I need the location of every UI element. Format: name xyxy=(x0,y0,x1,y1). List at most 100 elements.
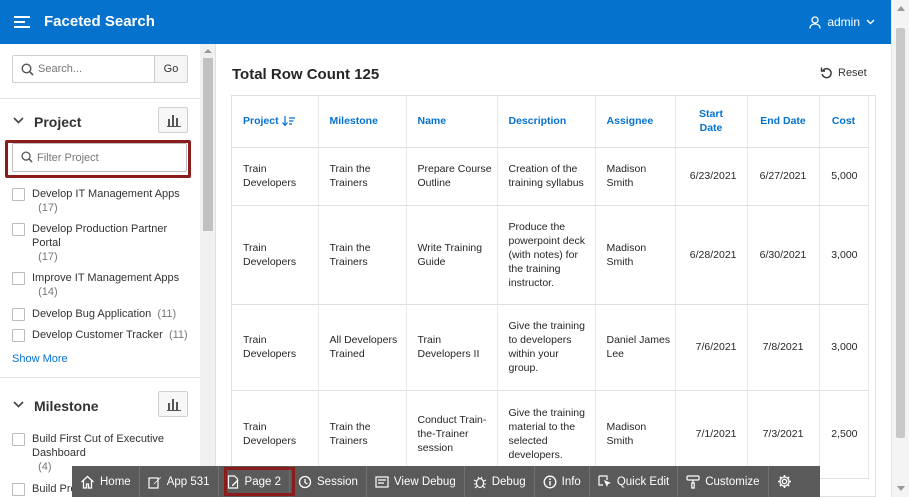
option-label: Develop Customer Tracker xyxy=(32,329,163,341)
dev-info-label: Info xyxy=(561,475,581,488)
dev-debug-button[interactable]: Debug xyxy=(465,466,535,497)
page-title: Total Row Count 125 xyxy=(232,66,380,83)
divider xyxy=(0,377,200,378)
table-row: Train Developers All Developers Trained … xyxy=(232,304,869,391)
cell-name: Conduct Train-the-Trainer session xyxy=(406,390,498,479)
column-header-end-date[interactable]: End Date xyxy=(747,96,820,148)
column-header-description[interactable]: Description xyxy=(497,96,596,148)
dev-view-debug-label: View Debug xyxy=(393,475,456,488)
undo-icon xyxy=(820,66,833,79)
cell-cost: 2,500 xyxy=(819,390,869,479)
scroll-up-arrow[interactable] xyxy=(204,49,212,53)
show-more-link[interactable]: Show More xyxy=(12,353,68,365)
facet-chart-button[interactable] xyxy=(158,391,188,417)
cell-description: Give the training to developers within y… xyxy=(497,304,596,391)
dev-quick-edit-label: Quick Edit xyxy=(616,475,670,488)
cell-end-date: 7/8/2021 xyxy=(747,304,820,391)
dev-home-button[interactable]: Home xyxy=(72,466,140,497)
cell-name: Prepare Course Outline xyxy=(406,147,498,206)
developer-toolbar: Home App 531 Page 2 Session View Debug D… xyxy=(72,466,820,497)
user-menu[interactable]: admin xyxy=(809,15,875,29)
option-label: Develop IT Management Apps xyxy=(32,188,180,200)
cell-description: Creation of the training syllabus xyxy=(497,147,596,206)
cell-project: Train Developers xyxy=(232,147,319,206)
column-header-milestone[interactable]: Milestone xyxy=(318,96,407,148)
search-input[interactable]: Search... xyxy=(12,55,155,83)
dev-settings-button[interactable] xyxy=(769,466,800,497)
cell-milestone: Train the Trainers xyxy=(318,390,407,479)
report-table: Project Milestone Name Description Assig… xyxy=(231,95,876,497)
table-header-row: Project Milestone Name Description Assig… xyxy=(232,96,869,148)
edit-icon xyxy=(148,475,162,489)
search-placeholder: Search... xyxy=(38,63,83,75)
go-button[interactable]: Go xyxy=(154,55,188,83)
cell-description: Produce the powerpoint deck (with notes)… xyxy=(497,205,596,305)
option-count: (11) xyxy=(168,329,188,341)
dev-session-label: Session xyxy=(317,475,358,488)
app-header: Faceted Search admin xyxy=(0,0,891,44)
table-row: Train Developers Train the Trainers Writ… xyxy=(232,205,869,305)
table-row: Train Developers Train the Trainers Prep… xyxy=(232,147,869,206)
dev-info-button[interactable]: Info xyxy=(535,466,590,497)
checkbox[interactable] xyxy=(12,188,25,201)
cell-name: Train Developers II xyxy=(406,304,498,391)
cell-assignee: Madison Smith xyxy=(595,147,676,206)
reset-button[interactable]: Reset xyxy=(820,66,867,79)
facets-sidebar: Search... Go Project Filter Project Deve… xyxy=(0,44,216,497)
chevron-down-icon[interactable] xyxy=(13,117,24,124)
gear-icon xyxy=(777,474,792,489)
dev-session-button[interactable]: Session xyxy=(290,466,367,497)
option-label: Build First Cut of Executive Dashboard xyxy=(32,433,165,459)
chevron-down-icon xyxy=(866,19,875,25)
option-count: (14) xyxy=(38,286,58,298)
cell-milestone: Train the Trainers xyxy=(318,205,407,305)
divider xyxy=(0,98,200,99)
checkbox[interactable] xyxy=(12,433,25,446)
chevron-down-icon[interactable] xyxy=(13,401,24,408)
option-label: Develop Production Partner Portal xyxy=(32,223,168,249)
cell-milestone: All Developers Trained xyxy=(318,304,407,391)
cell-assignee: Daniel James Lee xyxy=(595,304,676,391)
dev-app-button[interactable]: App 531 xyxy=(140,466,219,497)
column-header-cost[interactable]: Cost xyxy=(819,96,869,148)
option-count: (4) xyxy=(38,461,52,473)
checkbox[interactable] xyxy=(12,329,25,342)
cell-start-date: 6/23/2021 xyxy=(675,147,748,206)
column-header-project[interactable]: Project xyxy=(232,96,319,148)
user-icon xyxy=(809,15,821,29)
column-header-start-date[interactable]: Start Date xyxy=(675,96,748,148)
column-header-assignee[interactable]: Assignee xyxy=(595,96,676,148)
page-scrollbar[interactable] xyxy=(891,0,909,497)
checkbox[interactable] xyxy=(12,223,25,236)
cell-end-date: 6/30/2021 xyxy=(747,205,820,305)
cell-end-date: 7/3/2021 xyxy=(747,390,820,479)
highlight-box xyxy=(5,140,191,178)
highlight-box xyxy=(224,467,295,496)
scroll-up-arrow[interactable] xyxy=(897,6,905,11)
view-debug-icon xyxy=(375,475,389,489)
checkbox[interactable] xyxy=(12,483,25,496)
checkbox[interactable] xyxy=(12,272,25,285)
scroll-down-arrow[interactable] xyxy=(897,486,905,491)
sidebar-scrollbar[interactable] xyxy=(200,44,215,497)
cell-start-date: 7/6/2021 xyxy=(675,304,748,391)
dev-customize-label: Customize xyxy=(705,475,760,488)
cell-cost: 5,000 xyxy=(819,147,869,206)
cell-assignee: Madison Smith xyxy=(595,390,676,479)
dev-view-debug-button[interactable]: View Debug xyxy=(367,466,465,497)
paint-icon xyxy=(686,474,700,489)
scrollbar-thumb[interactable] xyxy=(203,58,213,231)
facet-chart-button[interactable] xyxy=(158,107,188,133)
session-icon xyxy=(298,475,312,489)
option-label: Develop Bug Application xyxy=(32,308,152,320)
dev-home-label: Home xyxy=(100,475,131,488)
cell-cost: 3,000 xyxy=(819,205,869,305)
dev-customize-button[interactable]: Customize xyxy=(678,466,769,497)
checkbox[interactable] xyxy=(12,308,25,321)
column-header-name[interactable]: Name xyxy=(406,96,498,148)
option-count: (17) xyxy=(38,251,58,263)
table-row: Train Developers Train the Trainers Cond… xyxy=(232,390,869,479)
dev-quick-edit-button[interactable]: Quick Edit xyxy=(590,466,679,497)
scrollbar-thumb[interactable] xyxy=(896,28,905,438)
menu-icon[interactable] xyxy=(14,15,30,29)
